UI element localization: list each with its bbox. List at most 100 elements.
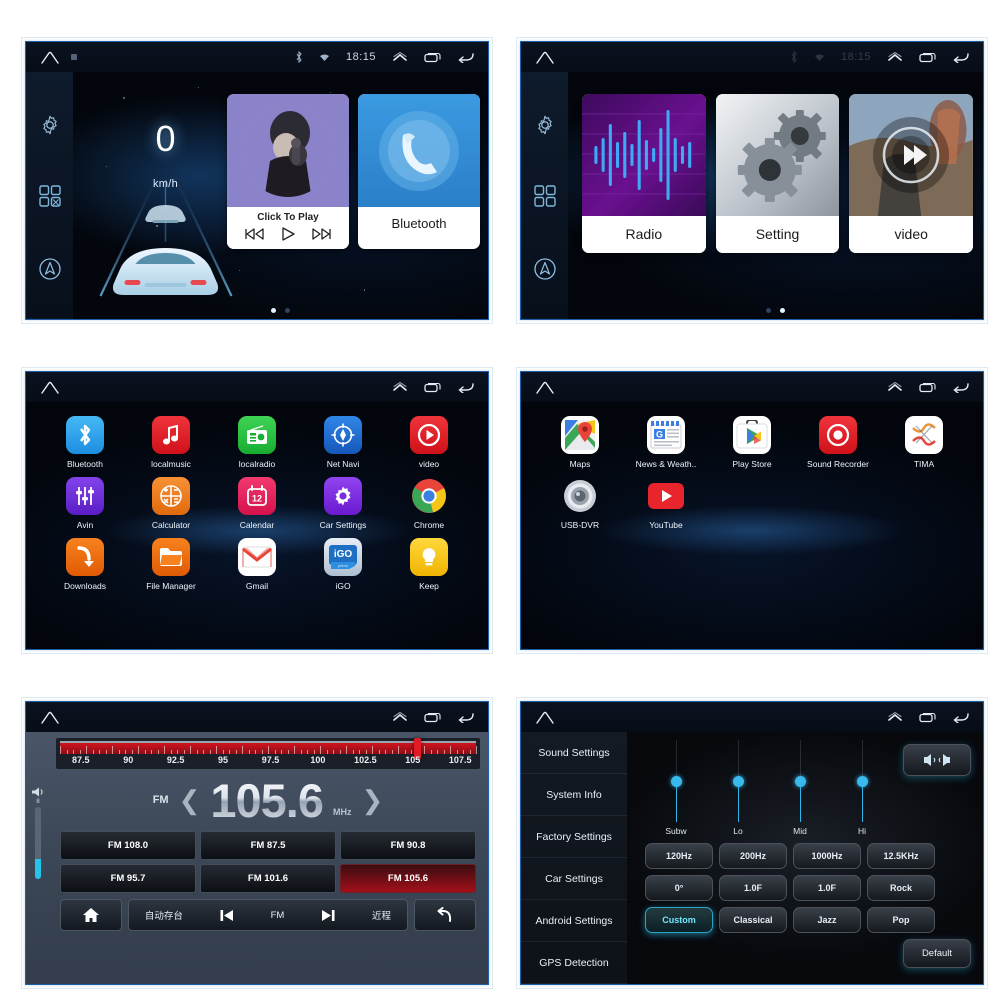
preset-button[interactable]: FM 101.6 bbox=[200, 864, 336, 893]
eq-button[interactable]: 0° bbox=[645, 875, 713, 901]
tune-up-button[interactable]: ❯ bbox=[362, 785, 384, 816]
gear-icon[interactable] bbox=[39, 114, 61, 136]
recents-icon[interactable] bbox=[919, 712, 936, 723]
app-video[interactable]: video bbox=[386, 416, 472, 469]
balance-button[interactable] bbox=[903, 744, 971, 776]
preset-button[interactable]: FM 105.6 bbox=[340, 864, 476, 893]
navigation-icon[interactable] bbox=[38, 257, 62, 281]
app-avin[interactable]: Avin bbox=[42, 477, 128, 530]
back-icon[interactable] bbox=[457, 712, 474, 723]
settings-menu-item[interactable]: System Info bbox=[521, 774, 627, 816]
eq-button[interactable]: Pop bbox=[867, 907, 935, 933]
gear-icon[interactable] bbox=[534, 114, 556, 136]
app-chrome[interactable]: Chrome bbox=[386, 477, 472, 530]
eq-slider[interactable]: Lo bbox=[707, 740, 769, 836]
recents-icon[interactable] bbox=[919, 52, 936, 63]
tile-setting[interactable]: Setting bbox=[715, 94, 840, 253]
page-dot[interactable] bbox=[285, 308, 290, 313]
eq-slider[interactable]: Mid bbox=[769, 740, 831, 836]
app-tima[interactable]: TIMA bbox=[881, 416, 967, 469]
recents-icon[interactable] bbox=[424, 712, 441, 723]
default-button[interactable]: Default bbox=[903, 939, 971, 968]
auto-store-button[interactable]: 自动存台 bbox=[145, 908, 183, 922]
app-keep[interactable]: Keep bbox=[386, 538, 472, 591]
bluetooth-card[interactable]: Bluetooth bbox=[358, 94, 480, 249]
eq-button[interactable]: 1.0F bbox=[719, 875, 787, 901]
eq-button[interactable]: 1.0F bbox=[793, 875, 861, 901]
app-net-navi[interactable]: Net Navi bbox=[300, 416, 386, 469]
app-bluetooth[interactable]: Bluetooth bbox=[42, 416, 128, 469]
chevron-up-icon[interactable] bbox=[887, 381, 903, 393]
app-igo[interactable]: iGO primo iGO bbox=[300, 538, 386, 591]
next-track-icon[interactable] bbox=[311, 227, 331, 241]
recents-icon[interactable] bbox=[424, 382, 441, 393]
app-usb-dvr[interactable]: USB-DVR bbox=[537, 477, 623, 530]
back-button[interactable] bbox=[414, 899, 476, 931]
band-toggle-button[interactable]: FM bbox=[271, 910, 285, 921]
app-calendar[interactable]: 12 Calendar bbox=[214, 477, 300, 530]
home-icon[interactable] bbox=[535, 381, 555, 394]
chevron-up-icon[interactable] bbox=[392, 381, 408, 393]
eq-slider-track[interactable] bbox=[670, 740, 682, 822]
tile-radio[interactable]: Radio bbox=[582, 94, 706, 253]
app-youtube[interactable]: YouTube bbox=[623, 477, 709, 530]
eq-slider-knob[interactable] bbox=[732, 775, 744, 787]
eq-slider-knob[interactable] bbox=[670, 775, 682, 787]
app-localradio[interactable]: localradio bbox=[214, 416, 300, 469]
home-icon[interactable] bbox=[535, 51, 555, 64]
chevron-up-icon[interactable] bbox=[887, 51, 903, 63]
preset-button[interactable]: FM 108.0 bbox=[60, 831, 196, 860]
app-play-store[interactable]: Play Store bbox=[709, 416, 795, 469]
preset-button[interactable]: FM 87.5 bbox=[200, 831, 336, 860]
app-file-manager[interactable]: File Manager bbox=[128, 538, 214, 591]
eq-slider[interactable]: Subw bbox=[645, 740, 707, 836]
range-button[interactable]: 近程 bbox=[372, 908, 391, 922]
volume-indicator[interactable]: 8 bbox=[31, 786, 45, 879]
settings-menu-item[interactable]: Car Settings bbox=[521, 858, 627, 900]
page-dot[interactable] bbox=[271, 308, 276, 313]
eq-button[interactable]: Custom bbox=[645, 907, 713, 933]
prev-track-icon[interactable] bbox=[245, 227, 265, 241]
back-icon[interactable] bbox=[952, 382, 969, 393]
home-icon[interactable] bbox=[535, 711, 555, 724]
eq-button[interactable]: Jazz bbox=[793, 907, 861, 933]
tile-video[interactable]: video bbox=[849, 94, 974, 253]
page-dot[interactable] bbox=[780, 308, 785, 313]
tune-down-button[interactable]: ❮ bbox=[179, 785, 201, 816]
home-icon[interactable] bbox=[40, 51, 60, 64]
home-icon[interactable] bbox=[40, 711, 60, 724]
apps-grid-icon[interactable] bbox=[533, 184, 557, 208]
chevron-up-icon[interactable] bbox=[887, 711, 903, 723]
preset-button[interactable]: FM 95.7 bbox=[60, 864, 196, 893]
settings-menu-item[interactable]: Android Settings bbox=[521, 900, 627, 942]
home-button[interactable] bbox=[60, 899, 122, 931]
page-dot[interactable] bbox=[766, 308, 771, 313]
eq-slider-track[interactable] bbox=[856, 740, 868, 822]
app-news-weather[interactable]: G News & Weath.. bbox=[623, 416, 709, 469]
app-gmail[interactable]: Gmail bbox=[214, 538, 300, 591]
app-downloads[interactable]: Downloads bbox=[42, 538, 128, 591]
settings-menu-item[interactable]: GPS Detection bbox=[521, 942, 627, 984]
tuner-scale[interactable]: 87.5 90 92.5 95 97.5 100 102.5 105 107.5 bbox=[56, 738, 480, 769]
back-icon[interactable] bbox=[952, 52, 969, 63]
home-icon[interactable] bbox=[40, 381, 60, 394]
eq-button[interactable]: Rock bbox=[867, 875, 935, 901]
recents-icon[interactable] bbox=[424, 52, 441, 63]
eq-slider-track[interactable] bbox=[794, 740, 806, 822]
eq-button[interactable]: 120Hz bbox=[645, 843, 713, 869]
app-maps[interactable]: Maps bbox=[537, 416, 623, 469]
chevron-up-icon[interactable] bbox=[392, 711, 408, 723]
app-localmusic[interactable]: localmusic bbox=[128, 416, 214, 469]
back-icon[interactable] bbox=[457, 52, 474, 63]
settings-menu-item[interactable]: Factory Settings bbox=[521, 816, 627, 858]
preset-button[interactable]: FM 90.8 bbox=[340, 831, 476, 860]
next-track-icon[interactable] bbox=[320, 909, 336, 922]
eq-slider-knob[interactable] bbox=[794, 775, 806, 787]
back-icon[interactable] bbox=[457, 382, 474, 393]
eq-button[interactable]: 200Hz bbox=[719, 843, 787, 869]
app-car-settings[interactable]: Car Settings bbox=[300, 477, 386, 530]
app-calculator[interactable]: Calculator bbox=[128, 477, 214, 530]
eq-button[interactable]: Classical bbox=[719, 907, 787, 933]
settings-menu-item[interactable]: Sound Settings bbox=[521, 732, 627, 774]
volume-slider[interactable] bbox=[35, 807, 41, 879]
